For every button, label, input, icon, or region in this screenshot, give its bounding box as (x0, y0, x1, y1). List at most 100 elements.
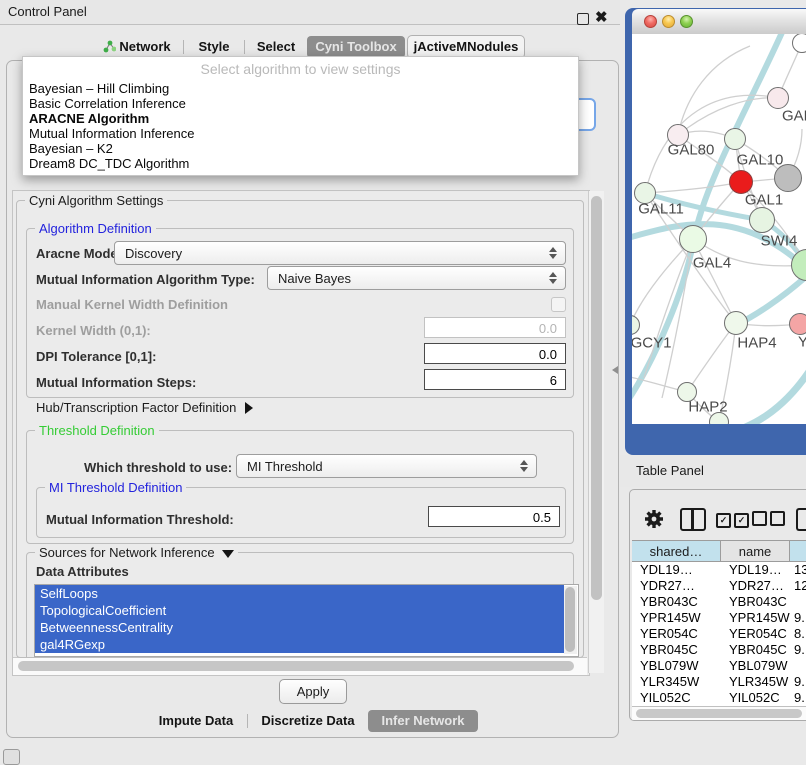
network-node-label: GAL1 (745, 192, 783, 209)
attribute-item[interactable]: TopologicalCoefficient (35, 602, 564, 619)
select-all-columns-icon[interactable]: ✓✓ (716, 511, 752, 528)
tab-style[interactable]: Style (186, 36, 242, 58)
network-view-window: GALGAL80GAL10GAL1GAL11SWI4GAL4GCY1HAP4YH… (625, 8, 806, 455)
tab-select[interactable]: Select (247, 36, 305, 58)
close-panel-icon[interactable]: ✖ (595, 8, 608, 26)
network-canvas[interactable]: GALGAL80GAL10GAL1GAL11SWI4GAL4GCY1HAP4YH… (632, 34, 806, 424)
network-node-label: GAL (782, 108, 806, 125)
table-cell: YLR345W (632, 674, 721, 690)
deselect-all-columns-icon[interactable] (752, 511, 788, 529)
dropdown-item[interactable]: ARACNE Algorithm (23, 111, 578, 126)
partial-toolbar-icon[interactable] (796, 508, 806, 531)
mi-type-label: Mutual Information Algorithm Type: (36, 272, 255, 287)
table-row[interactable]: YDR27…YDR27…12 (632, 578, 806, 594)
table-row[interactable]: YPR145WYPR145W9. (632, 610, 806, 626)
table-cell: 9. (790, 642, 806, 658)
table-row[interactable]: YDL19…YDL19…13 (632, 562, 806, 578)
table-cell: YIL052C (632, 690, 721, 706)
table-row[interactable]: YER054CYER054C8. (632, 626, 806, 642)
scrollbar-thumb[interactable] (18, 661, 574, 671)
tab-impute-data[interactable]: Impute Data (149, 710, 243, 732)
mi-threshold-field[interactable]: 0.5 (428, 506, 560, 527)
group-title: Threshold Definition (35, 423, 159, 438)
algorithm-dropdown-popup: Select algorithm to view settings Bayesi… (22, 56, 579, 176)
mi-type-combo[interactable]: Naive Bayes (267, 266, 566, 290)
table-cell: YBR043C (632, 594, 721, 610)
settings-horizontal-scrollbar[interactable] (13, 657, 587, 675)
network-node[interactable] (729, 170, 753, 194)
table-row[interactable]: YBR043CYBR043C (632, 594, 806, 610)
kernel-width-field[interactable]: 0.0 (424, 317, 566, 338)
dropdown-item[interactable]: Basic Correlation Inference (23, 96, 578, 111)
dropdown-item[interactable]: Bayesian – Hill Climbing (23, 81, 578, 96)
table-row[interactable]: YBR045CYBR045C9. (632, 642, 806, 658)
kernel-width-label: Kernel Width (0,1): (36, 323, 151, 338)
dropdown-item[interactable]: Bayesian – K2 (23, 141, 578, 156)
control-panel-titlebar: Control Panel (0, 0, 620, 25)
mi-steps-field[interactable]: 6 (424, 369, 566, 390)
splitter-collapse-handle[interactable] (612, 366, 618, 374)
scrollbar-thumb[interactable] (636, 709, 802, 718)
column-header-name[interactable]: name (721, 541, 790, 562)
restore-panel-button[interactable] (3, 749, 20, 765)
apply-button[interactable]: Apply (279, 679, 347, 704)
network-window-titlebar[interactable] (632, 9, 806, 35)
close-window-icon[interactable] (644, 15, 657, 28)
attribute-item[interactable]: BetweennessCentrality (35, 619, 564, 636)
network-node[interactable] (767, 87, 789, 109)
tab-network[interactable]: Network (93, 36, 181, 58)
dropdown-item[interactable]: Mutual Information Inference (23, 126, 578, 141)
mi-threshold-label: Mutual Information Threshold: (46, 512, 234, 527)
tab-cyni-toolbox-label: Cyni Toolbox (315, 39, 396, 54)
settings-vertical-scrollbar[interactable] (588, 191, 604, 673)
tab-infer-network[interactable]: Infer Network (368, 710, 478, 732)
aracne-mode-combo[interactable]: Discovery (114, 241, 566, 265)
sources-group-title[interactable]: Sources for Network Inference (35, 545, 238, 560)
float-panel-icon[interactable] (577, 13, 589, 25)
table-panel-title: Table Panel (636, 463, 704, 478)
column-header-shared-name[interactable]: shared… (632, 541, 721, 562)
network-node-label: SWI4 (761, 233, 798, 250)
tab-separator (244, 40, 245, 54)
column-header-partial[interactable] (790, 541, 806, 562)
split-panel-icon[interactable] (680, 508, 706, 531)
attribute-item[interactable]: gal4RGexp (35, 636, 564, 653)
collapse-arrow-icon (222, 550, 234, 558)
dpi-tolerance-field[interactable]: 0.0 (424, 343, 566, 364)
data-attributes-label: Data Attributes (36, 564, 129, 579)
table-cell: YPR145W (632, 610, 721, 626)
data-attributes-list[interactable]: SelfLoopsTopologicalCoefficientBetweenne… (34, 584, 579, 657)
table-cell: YDL19… (721, 562, 790, 578)
network-node[interactable] (749, 207, 775, 233)
table-row[interactable]: YLR345WYLR345W9. (632, 674, 806, 690)
which-threshold-combo[interactable]: MI Threshold (236, 454, 537, 478)
tab-discretize-data[interactable]: Discretize Data (252, 710, 364, 732)
network-node[interactable] (679, 225, 707, 253)
tab-cyni-toolbox[interactable]: Cyni Toolbox (307, 36, 405, 58)
scrollbar-thumb[interactable] (591, 196, 602, 600)
dropdown-item[interactable]: Dream8 DC_TDC Algorithm (23, 156, 578, 171)
group-title: Cyni Algorithm Settings (25, 193, 167, 208)
table-cell: 13 (790, 562, 806, 578)
table-row[interactable]: YBL079WYBL079W (632, 658, 806, 674)
zoom-window-icon[interactable] (680, 15, 693, 28)
network-node[interactable] (789, 313, 806, 335)
network-node[interactable] (792, 34, 806, 53)
table-row[interactable]: YIL052CYIL052C9. (632, 690, 806, 706)
scrollbar-thumb[interactable] (565, 587, 575, 652)
network-node[interactable] (724, 311, 748, 335)
which-threshold-value: MI Threshold (247, 459, 323, 474)
minimize-window-icon[interactable] (662, 15, 675, 28)
tab-select-label: Select (257, 39, 295, 54)
hub-definition-expander[interactable]: Hub/Transcription Factor Definition (36, 400, 253, 415)
manual-kernel-checkbox[interactable] (551, 297, 566, 312)
attribute-item[interactable]: SelfLoops (35, 585, 564, 602)
list-scrollbar[interactable] (564, 586, 577, 654)
gear-icon[interactable] (643, 508, 665, 530)
table-horizontal-scrollbar[interactable] (632, 706, 806, 720)
aracne-mode-label: Aracne Mode: (36, 246, 122, 261)
table-cell: 9. (790, 610, 806, 626)
network-icon (103, 40, 116, 53)
network-node[interactable] (724, 128, 746, 150)
network-node-label: GAL10 (737, 152, 784, 169)
